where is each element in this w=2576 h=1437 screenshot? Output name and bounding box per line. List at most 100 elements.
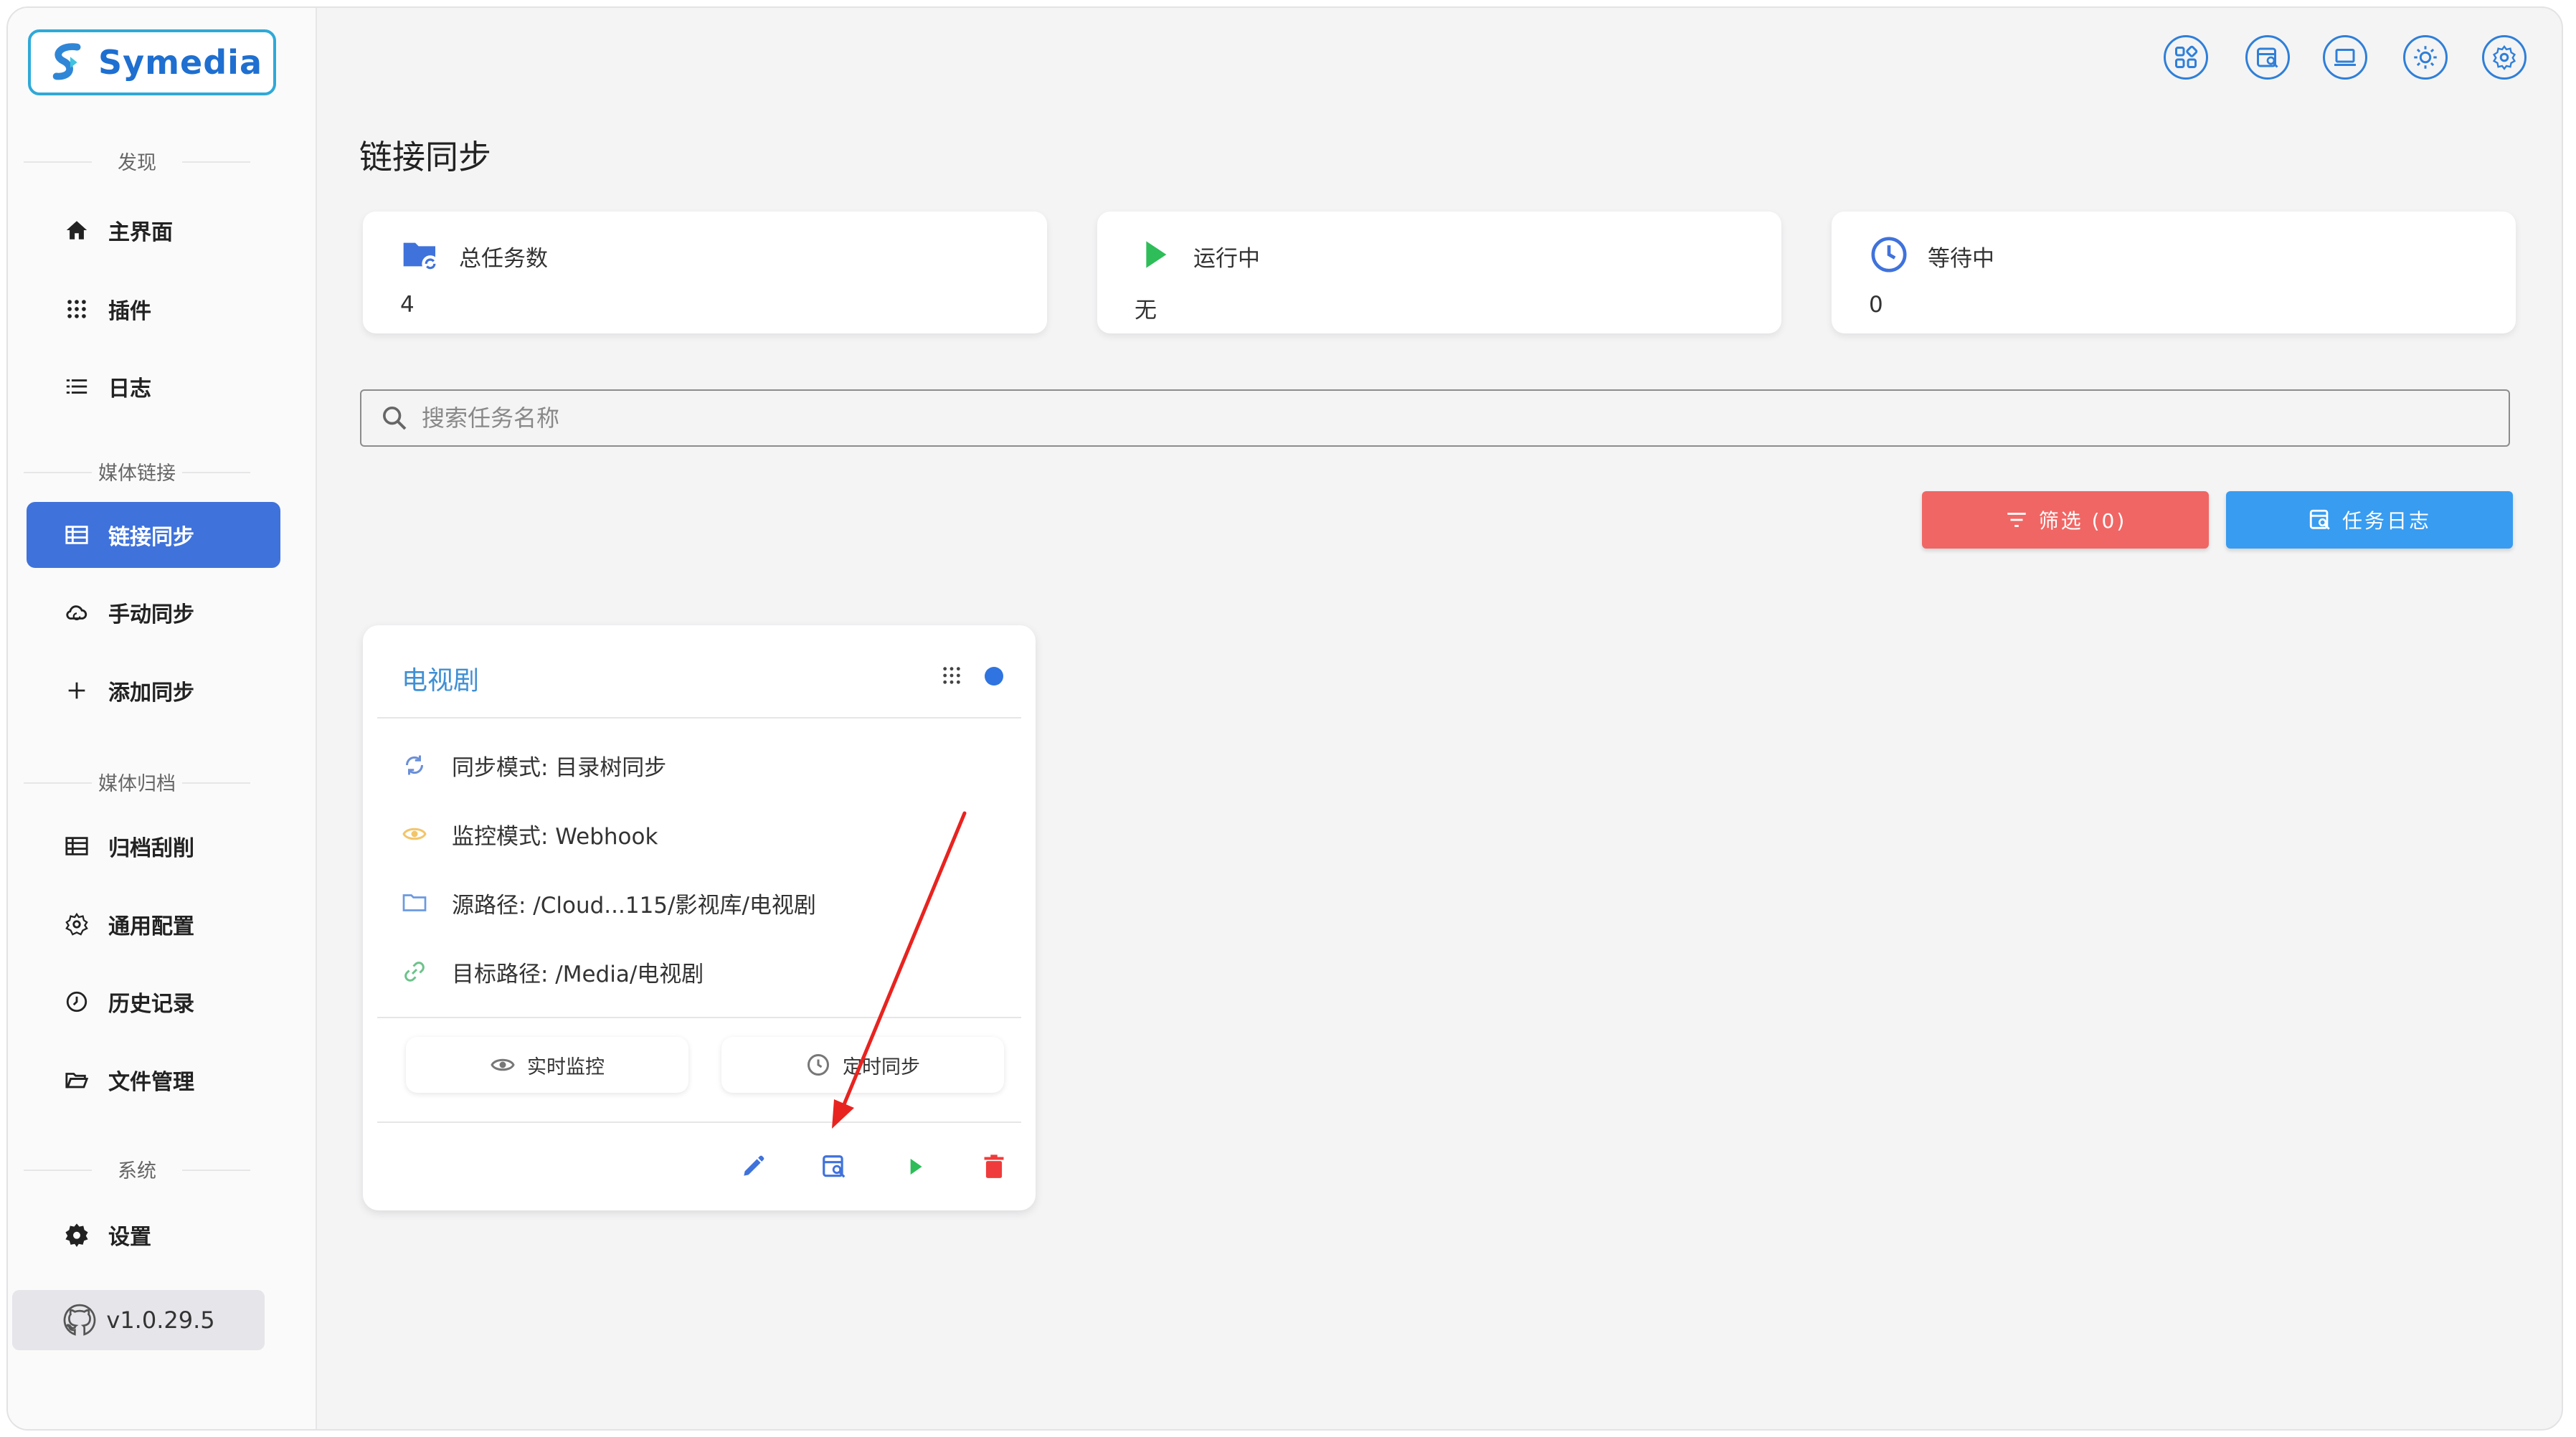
plus-icon (68, 682, 85, 699)
scheduled-sync-button[interactable]: 定时同步 (721, 1037, 1004, 1093)
trash-icon (984, 1154, 1004, 1178)
eye-icon (491, 1058, 515, 1071)
stat-label: 等待中 (1928, 246, 1994, 272)
source-path-text: 源路径: /Cloud...115/影视库/电视剧 (452, 892, 816, 919)
app-window: Symedia 发现 主界面 插件 日志 媒体链接 链接同步 手动同步 添加同步… (6, 6, 2563, 1431)
stat-card-waiting: 等待中 0 (1832, 212, 2516, 333)
version-label: v1.0.29.5 (106, 1306, 215, 1334)
sidebar-item-general-config[interactable]: 通用配置 (27, 891, 280, 957)
sidebar-item-history[interactable]: 历史记录 (27, 969, 280, 1035)
calendar-button[interactable] (2245, 35, 2290, 80)
stat-card-running: 运行中 无 (1097, 212, 1781, 333)
target-path-row: 目标路径: /Media/电视剧 (402, 954, 704, 990)
target-path-text: 目标路径: /Media/电视剧 (452, 961, 704, 987)
page-title: 链接同步 (359, 138, 491, 176)
delete-button[interactable] (976, 1149, 1012, 1185)
link-icon (404, 962, 425, 982)
sidebar-item-home[interactable]: 主界面 (27, 197, 280, 263)
stat-card-total: 总任务数 4 (363, 212, 1047, 333)
home-icon (66, 221, 87, 240)
filter-button[interactable]: 筛选 (0) (1922, 491, 2209, 549)
task-log-view-button[interactable] (816, 1149, 852, 1185)
sidebar-item-add-sync[interactable]: 添加同步 (27, 658, 280, 724)
task-log-label: 任务日志 (2341, 509, 2431, 533)
sidebar-item-label: 文件管理 (108, 1070, 194, 1095)
sidebar-item-label: 手动同步 (108, 602, 194, 627)
sidebar-item-label: 主界面 (108, 220, 173, 245)
divider (377, 717, 1021, 718)
section-title-media-archive: 媒体归档 (8, 768, 266, 796)
version-badge[interactable]: v1.0.29.5 (12, 1290, 265, 1350)
stat-value: 4 (400, 292, 415, 318)
sidebar: Symedia 发现 主界面 插件 日志 媒体链接 链接同步 手动同步 添加同步… (8, 8, 317, 1429)
sync-mode-text: 同步模式: 目录树同步 (452, 754, 667, 781)
monitor-button[interactable] (2323, 35, 2367, 80)
clock-icon (808, 1054, 829, 1076)
status-dot (985, 667, 1003, 686)
laptop-icon (2334, 49, 2356, 66)
stat-label: 总任务数 (459, 246, 548, 272)
sidebar-item-label: 设置 (108, 1225, 151, 1250)
sidebar-item-link-sync[interactable]: 链接同步 (27, 502, 280, 568)
sidebar-item-settings[interactable]: 设置 (27, 1202, 280, 1268)
table-icon (65, 526, 88, 544)
clock-icon (66, 991, 87, 1012)
realtime-monitor-label: 实时监控 (527, 1056, 605, 1078)
source-path-row: 源路径: /Cloud...115/影视库/电视剧 (402, 885, 816, 921)
sidebar-item-plugins[interactable]: 插件 (27, 276, 280, 342)
filter-icon (2007, 513, 2026, 527)
folder-icon (402, 894, 427, 911)
table-icon (65, 837, 88, 855)
task-log-button[interactable]: 任务日志 (2226, 491, 2513, 549)
sidebar-item-label: 插件 (108, 299, 151, 324)
cloud-sync-icon (66, 605, 87, 621)
clock-icon (1871, 237, 1907, 272)
folder-sync-icon (403, 242, 439, 272)
divider (377, 1121, 1021, 1123)
sidebar-item-label: 历史记录 (108, 992, 194, 1017)
gear-icon (2492, 45, 2516, 70)
app-name: Symedia (98, 43, 262, 82)
pencil-icon (744, 1155, 764, 1176)
run-button[interactable] (897, 1149, 933, 1185)
logo[interactable]: Symedia (28, 29, 276, 95)
list-icon (66, 379, 87, 394)
sync-mode-row: 同步模式: 目录树同步 (402, 747, 666, 783)
sidebar-item-logs[interactable]: 日志 (27, 354, 280, 419)
section-title-discover: 发现 (8, 147, 266, 175)
scheduled-sync-label: 定时同步 (843, 1056, 920, 1078)
sidebar-item-label: 添加同步 (108, 680, 194, 706)
sidebar-item-label: 归档刮削 (108, 836, 194, 861)
sidebar-item-file-manager[interactable]: 文件管理 (27, 1047, 280, 1113)
calendar-search-icon (2257, 47, 2278, 68)
sidebar-item-archive-scrape[interactable]: 归档刮削 (27, 813, 280, 879)
calendar-search-icon (823, 1155, 846, 1178)
drag-handle-icon[interactable] (940, 664, 963, 687)
theme-toggle-button[interactable] (2403, 35, 2448, 80)
search-box (360, 389, 2510, 447)
sidebar-item-label: 通用配置 (108, 914, 194, 939)
task-name[interactable]: 电视剧 (402, 660, 479, 697)
gear-icon (65, 1223, 88, 1247)
github-icon (64, 1304, 96, 1336)
apps-icon (2175, 45, 2198, 68)
filter-label: 筛选 (0) (2038, 509, 2127, 533)
stat-value: 0 (1869, 292, 1883, 318)
gear-outline-icon (65, 912, 88, 936)
settings-button[interactable] (2482, 35, 2527, 80)
section-title-system: 系统 (8, 1155, 266, 1183)
dashboard-button[interactable] (2164, 35, 2208, 80)
section-title-media-link: 媒体链接 (8, 457, 266, 485)
search-input[interactable] (420, 404, 2431, 432)
sidebar-item-label: 日志 (108, 376, 151, 402)
edit-button[interactable] (735, 1149, 771, 1185)
search-icon (383, 407, 407, 430)
folder-open-icon (65, 1073, 89, 1089)
symedia-logo-icon (52, 43, 81, 80)
eye-icon (402, 827, 427, 840)
stat-value: 无 (1135, 298, 1157, 323)
realtime-monitor-button[interactable]: 实时监控 (406, 1037, 688, 1093)
sidebar-item-manual-sync[interactable]: 手动同步 (27, 579, 280, 645)
divider (377, 1017, 1021, 1018)
grid-dots-icon (67, 300, 86, 318)
